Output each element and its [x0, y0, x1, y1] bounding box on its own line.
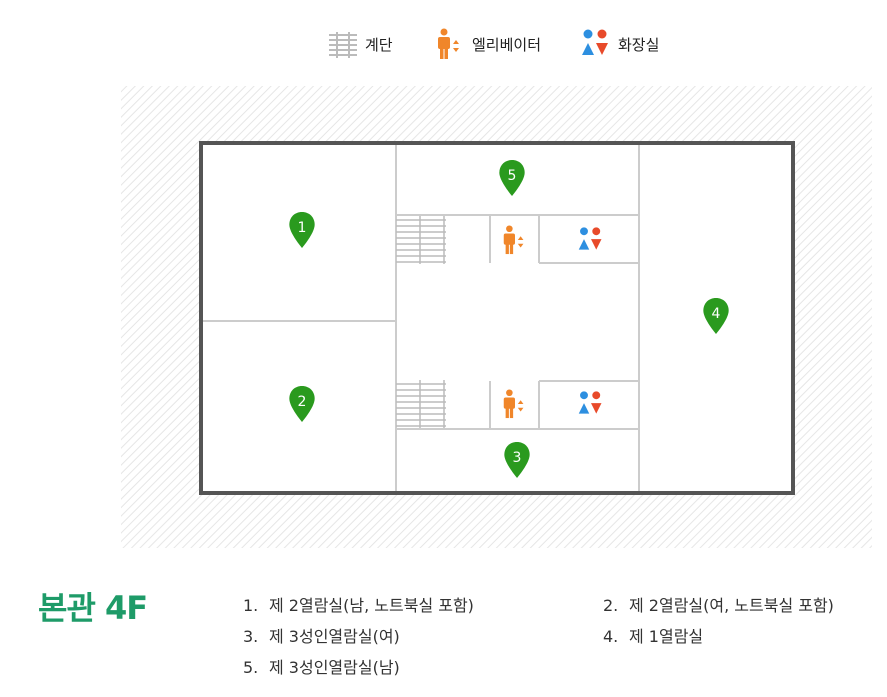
- building-floor: [201, 143, 793, 493]
- floor-title: 본관 4F: [38, 589, 148, 627]
- marker-label: 5: [508, 168, 517, 184]
- marker-label: 3: [513, 450, 522, 466]
- room-number: 5.: [243, 658, 259, 677]
- room-list-item: 4. 제 1열람실: [603, 623, 703, 647]
- room-name: 제 1열람실: [629, 627, 704, 646]
- room-number: 2.: [603, 596, 619, 615]
- room-name: 제 3성인열람실(남): [269, 658, 400, 677]
- room-list-item: 3. 제 3성인열람실(여): [243, 623, 400, 647]
- room-name: 제 2열람실(남, 노트북실 포함): [269, 596, 474, 615]
- room-number: 3.: [243, 627, 259, 646]
- room-name: 제 3성인열람실(여): [269, 627, 400, 646]
- marker-label: 1: [298, 220, 307, 236]
- room-list-item: 1. 제 2열람실(남, 노트북실 포함): [243, 592, 474, 616]
- marker-label: 4: [712, 306, 721, 322]
- room-number: 1.: [243, 596, 259, 615]
- room-list-item: 5. 제 3성인열람실(남): [243, 654, 400, 678]
- marker-label: 2: [298, 394, 307, 410]
- room-number: 4.: [603, 627, 619, 646]
- room-name: 제 2열람실(여, 노트북실 포함): [629, 596, 834, 615]
- room-list-item: 2. 제 2열람실(여, 노트북실 포함): [603, 592, 834, 616]
